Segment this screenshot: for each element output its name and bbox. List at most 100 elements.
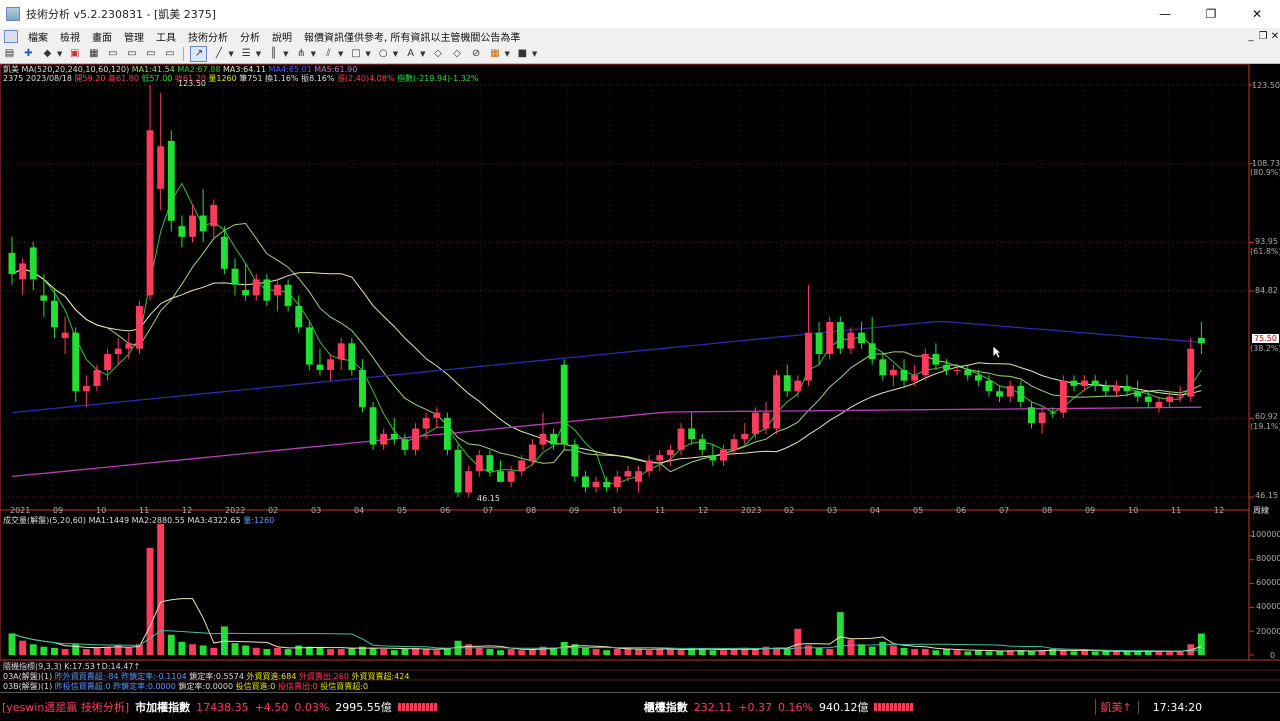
- candlestick-chart[interactable]: 2021 09 10 11 12 2022 02 03 04 05 06 07 08 09 10 11 12 20…: [0, 64, 1280, 692]
- volume-bar: [826, 649, 834, 655]
- volume-bar: [921, 649, 929, 655]
- dropdown-arrow-icon[interactable]: ▼: [505, 50, 510, 58]
- dropdown-arrow-icon[interactable]: ▼: [311, 50, 316, 58]
- stock-list-icon[interactable]: ▤: [2, 47, 17, 61]
- candle-body: [751, 412, 759, 434]
- candle-body: [911, 375, 919, 381]
- candle-body: [263, 279, 271, 301]
- channel-icon[interactable]: ⫽: [321, 47, 336, 61]
- color-chart-icon[interactable]: ▣: [67, 47, 82, 61]
- volume-bar: [879, 641, 887, 655]
- volume-bar: [19, 640, 27, 655]
- trust-buy: 投信買進:0: [235, 682, 276, 691]
- color-palette-icon[interactable]: ▦: [488, 47, 503, 61]
- volume-bar: [889, 645, 897, 655]
- dropdown-arrow-icon[interactable]: ▼: [283, 50, 288, 58]
- window-icon[interactable]: ▭: [105, 47, 120, 61]
- maximize-button[interactable]: ❐: [1188, 0, 1234, 28]
- candle-body: [666, 449, 674, 456]
- brand-label[interactable]: [yeswin邁是贏 技術分析]: [2, 699, 129, 715]
- window-split-icon[interactable]: ▭: [124, 47, 139, 61]
- volume-bar: [868, 646, 876, 655]
- candle-body: [1123, 385, 1131, 392]
- menu-manage[interactable]: 管理: [118, 29, 150, 44]
- y-label-108: 108.73: [1252, 159, 1280, 168]
- volume-bar: [210, 647, 218, 655]
- text-tool-icon[interactable]: A: [403, 47, 418, 61]
- menu-file[interactable]: 檔案: [22, 29, 54, 44]
- fibonacci-icon[interactable]: ⋔: [294, 47, 309, 61]
- minimize-button[interactable]: —: [1142, 0, 1188, 28]
- candle-body: [125, 343, 133, 349]
- dropdown-arrow-icon[interactable]: ▼: [365, 50, 370, 58]
- candle-body: [104, 353, 112, 370]
- close-button[interactable]: ✕: [1234, 0, 1280, 28]
- window-tile-icon[interactable]: ▭: [143, 47, 158, 61]
- volume-panel-label: 成交量(解盤)(5,20,60): [3, 516, 87, 525]
- y-label-60: 60.92: [1255, 412, 1278, 421]
- volume-bar: [316, 647, 324, 655]
- chart-area[interactable]: 2021 09 10 11 12 2022 02 03 04 05 06 07 08 09 10 11 12 20…: [0, 64, 1280, 692]
- foreign-prev-lock: 昨鎖定率:-0.1104: [121, 672, 187, 681]
- otc-value: 232.11: [693, 700, 733, 714]
- dropdown-arrow-icon[interactable]: ▼: [228, 50, 233, 58]
- volume-bar: [8, 633, 16, 655]
- clear-icon[interactable]: ⊘: [469, 47, 484, 61]
- x-axis-label: 09: [1085, 506, 1095, 515]
- menu-help[interactable]: 說明: [266, 29, 298, 44]
- horizontal-line-icon[interactable]: ☰: [239, 47, 254, 61]
- volume-value: 量1260: [208, 74, 237, 83]
- menu-technical-analysis[interactable]: 技術分析: [182, 29, 234, 44]
- candle-body: [900, 369, 908, 381]
- dropdown-arrow-icon[interactable]: ▼: [532, 50, 537, 58]
- menu-analysis[interactable]: 分析: [234, 29, 266, 44]
- volume-bar: [974, 650, 982, 655]
- volume-bar: [369, 647, 377, 655]
- candle-body: [996, 391, 1004, 397]
- volume-bar: [751, 649, 759, 655]
- x-axis-label: 11: [1171, 506, 1181, 515]
- dropdown-arrow-icon[interactable]: ▼: [420, 50, 425, 58]
- candle-body: [613, 476, 621, 488]
- mdi-close-button[interactable]: ✕: [1268, 28, 1280, 44]
- candle-body: [1187, 348, 1195, 397]
- candle-body: [316, 364, 324, 370]
- pin-icon[interactable]: ◆: [40, 47, 55, 61]
- crosshair-icon[interactable]: ✚: [21, 47, 36, 61]
- menu-tools[interactable]: 工具: [150, 29, 182, 44]
- eraser-icon[interactable]: ◇: [431, 47, 446, 61]
- ellipse-icon[interactable]: ○: [376, 47, 391, 61]
- period-label[interactable]: 周線: [1253, 505, 1269, 516]
- open-price: 開59.20: [74, 74, 106, 83]
- dropdown-arrow-icon[interactable]: ▼: [57, 50, 62, 58]
- price-panel-frame: [0, 64, 1250, 511]
- x-axis-label: 2021: [10, 506, 30, 515]
- x-axis-label: 05: [913, 506, 923, 515]
- rectangle-icon[interactable]: □: [348, 47, 363, 61]
- menu-view[interactable]: 檢視: [54, 29, 86, 44]
- candle-body: [1102, 385, 1110, 392]
- volume-bar: [401, 649, 409, 655]
- volume-bar: [603, 650, 611, 655]
- volume-bar: [815, 647, 823, 655]
- dropdown-arrow-icon[interactable]: ▼: [256, 50, 261, 58]
- trend-line-icon[interactable]: ╱: [211, 47, 226, 61]
- volume-bar: [189, 644, 196, 655]
- dropdown-arrow-icon[interactable]: ▼: [338, 50, 343, 58]
- candle-body: [943, 364, 950, 370]
- dropdown-arrow-icon[interactable]: ▼: [393, 50, 398, 58]
- vertical-lines-icon[interactable]: ║: [266, 47, 281, 61]
- draw-pointer-icon[interactable]: ↗: [190, 45, 208, 62]
- volume-bar: [996, 651, 1004, 655]
- turnover-value: 換1.16%: [265, 74, 299, 83]
- mdi-child-icon[interactable]: [4, 29, 18, 43]
- candle-body: [358, 369, 366, 408]
- ma-520-line: [11, 406, 1202, 478]
- menu-screen[interactable]: 畫面: [86, 29, 118, 44]
- window-cascade-icon[interactable]: ▭: [162, 47, 177, 61]
- candle-body: [1081, 380, 1089, 386]
- x-axis-label: 08: [526, 506, 536, 515]
- save-icon[interactable]: ■: [515, 47, 530, 61]
- erase-all-icon[interactable]: ◇: [450, 47, 465, 61]
- grid-icon[interactable]: ▦: [86, 47, 101, 61]
